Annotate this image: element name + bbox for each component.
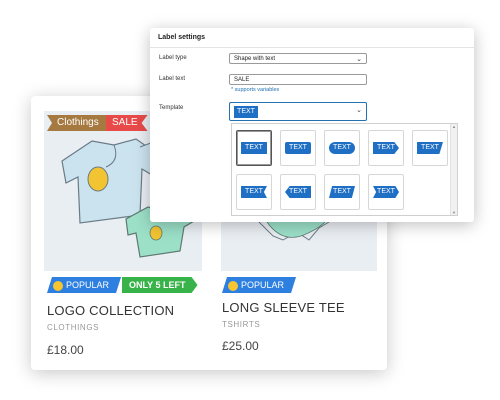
template-option[interactable]: TEXT <box>324 130 360 166</box>
label-type-value: Shape with text <box>234 56 276 62</box>
template-option[interactable]: TEXT <box>324 174 360 210</box>
product-image-long-sleeve[interactable] <box>221 222 377 271</box>
template-shape-slant: TEXT <box>417 142 443 154</box>
product-price: £18.00 <box>47 343 84 357</box>
template-option[interactable]: TEXT <box>280 130 316 166</box>
label-text-label: Label text <box>159 76 186 82</box>
product-price: £25.00 <box>222 339 259 353</box>
heart-eyes-emoji-icon: 😍 <box>228 281 238 291</box>
template-shape-arrow-left: TEXT <box>285 186 311 198</box>
heart-eyes-emoji-icon: 😍 <box>53 281 63 291</box>
long-sleeve-illustration <box>258 222 330 241</box>
product-category: CLOTHINGS <box>47 323 100 332</box>
template-shape-ribbon: TEXT <box>241 186 267 198</box>
label-type-select[interactable]: Shape with text ⌄ <box>229 53 367 64</box>
sale-tag: SALE <box>106 115 148 131</box>
label-text-value: SALE <box>234 77 250 83</box>
template-preview: TEXT <box>234 106 258 118</box>
category-tag: Clothings <box>47 115 107 131</box>
template-shape-rounded: TEXT <box>285 142 311 154</box>
template-select[interactable]: TEXT ⌄ <box>229 102 367 121</box>
product-title[interactable]: LONG SLEEVE TEE <box>222 300 345 315</box>
label-settings-panel: Label settings Label type Shape with tex… <box>150 28 474 222</box>
template-grid: TEXT TEXT TEXT TEXT TEXT TEXT TEXT TEXT … <box>231 123 458 216</box>
product-category: TSHIRTS <box>222 320 261 329</box>
template-shape-parallelogram: TEXT <box>329 186 355 198</box>
template-option[interactable]: TEXT <box>368 174 404 210</box>
template-shape-rect: TEXT <box>241 142 267 154</box>
product-title[interactable]: LOGO COLLECTION <box>47 303 174 318</box>
popular-badge: 😍POPULAR <box>47 277 121 293</box>
stock-badge: ONLY 5 LEFT <box>122 277 198 293</box>
popular-badge: 😍POPULAR <box>222 277 296 293</box>
divider <box>150 47 474 48</box>
popular-badge-label: POPULAR <box>241 280 285 290</box>
template-grid-scrollbar[interactable]: ▲ ▼ <box>450 124 457 215</box>
popular-badge-label: POPULAR <box>66 280 110 290</box>
label-type-label: Label type <box>159 55 187 61</box>
template-option[interactable]: TEXT <box>412 130 448 166</box>
template-shape-pill: TEXT <box>329 142 355 154</box>
chevron-down-icon: ⌄ <box>356 56 362 63</box>
scroll-down-icon[interactable]: ▼ <box>452 210 456 215</box>
template-option[interactable]: TEXT <box>280 174 316 210</box>
supports-variables-hint: * supports variables <box>231 87 280 93</box>
template-label: Template <box>159 105 184 111</box>
scroll-up-icon[interactable]: ▲ <box>452 124 456 129</box>
template-option[interactable]: TEXT <box>368 130 404 166</box>
chevron-down-icon: ⌄ <box>356 107 362 114</box>
label-text-input[interactable]: SALE <box>229 74 367 85</box>
panel-title: Label settings <box>158 34 206 41</box>
template-option[interactable]: TEXT <box>236 174 272 210</box>
template-shape-chevron: TEXT <box>373 186 399 198</box>
template-shape-arrow-right: TEXT <box>373 142 399 154</box>
template-option[interactable]: TEXT <box>236 130 272 166</box>
